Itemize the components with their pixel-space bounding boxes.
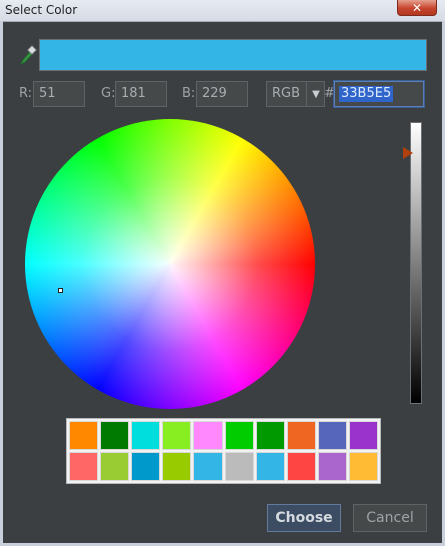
color-swatch[interactable] (255, 421, 285, 450)
green-label: G: (101, 86, 116, 101)
color-picker-dialog: Select Color ✕ R: 51 G: 181 B: 229 RGB ▼… (0, 0, 445, 546)
color-swatch[interactable] (162, 452, 192, 481)
color-mode-select[interactable]: RGB ▼ (266, 81, 325, 107)
color-swatch[interactable] (131, 452, 161, 481)
brightness-marker[interactable] (403, 147, 413, 159)
eyedropper-icon[interactable] (19, 44, 37, 66)
color-swatch[interactable] (162, 421, 192, 450)
color-wheel[interactable] (25, 119, 315, 409)
color-swatch[interactable] (224, 421, 254, 450)
cancel-button[interactable]: Cancel (353, 504, 427, 532)
chevron-down-icon[interactable]: ▼ (306, 82, 325, 106)
close-button[interactable]: ✕ (397, 0, 437, 16)
green-input[interactable]: 181 (115, 81, 167, 107)
color-swatch[interactable] (193, 421, 223, 450)
blue-label: B: (182, 86, 196, 101)
color-swatch[interactable] (69, 452, 99, 481)
color-swatch[interactable] (193, 452, 223, 481)
color-swatch[interactable] (100, 421, 130, 450)
choose-button[interactable]: Choose (267, 504, 341, 532)
hex-value: 33B5E5 (339, 86, 394, 102)
color-swatch[interactable] (255, 452, 285, 481)
color-swatch[interactable] (317, 452, 347, 481)
hex-input[interactable]: 33B5E5 (334, 81, 424, 107)
color-swatch[interactable] (286, 421, 316, 450)
color-wheel-saturation (25, 119, 315, 409)
color-mode-value: RGB (272, 86, 301, 101)
color-swatch[interactable] (100, 452, 130, 481)
window-title: Select Color (5, 3, 78, 17)
dialog-body: R: 51 G: 181 B: 229 RGB ▼ # 33B5E5 Choos… (3, 22, 442, 543)
close-icon: ✕ (411, 0, 423, 15)
color-swatch[interactable] (317, 421, 347, 450)
brightness-slider[interactable] (410, 122, 422, 404)
red-input[interactable]: 51 (33, 81, 85, 107)
color-swatch[interactable] (348, 452, 378, 481)
color-swatch[interactable] (69, 421, 99, 450)
color-swatch[interactable] (286, 452, 316, 481)
color-preview (39, 39, 427, 71)
red-label: R: (19, 86, 33, 101)
blue-input[interactable]: 229 (196, 81, 248, 107)
color-wheel-cursor[interactable] (58, 288, 63, 293)
color-swatch[interactable] (348, 421, 378, 450)
recent-colors-palette (66, 418, 381, 484)
title-bar: Select Color ✕ (0, 0, 445, 22)
color-swatch[interactable] (224, 452, 254, 481)
color-swatch[interactable] (131, 421, 161, 450)
